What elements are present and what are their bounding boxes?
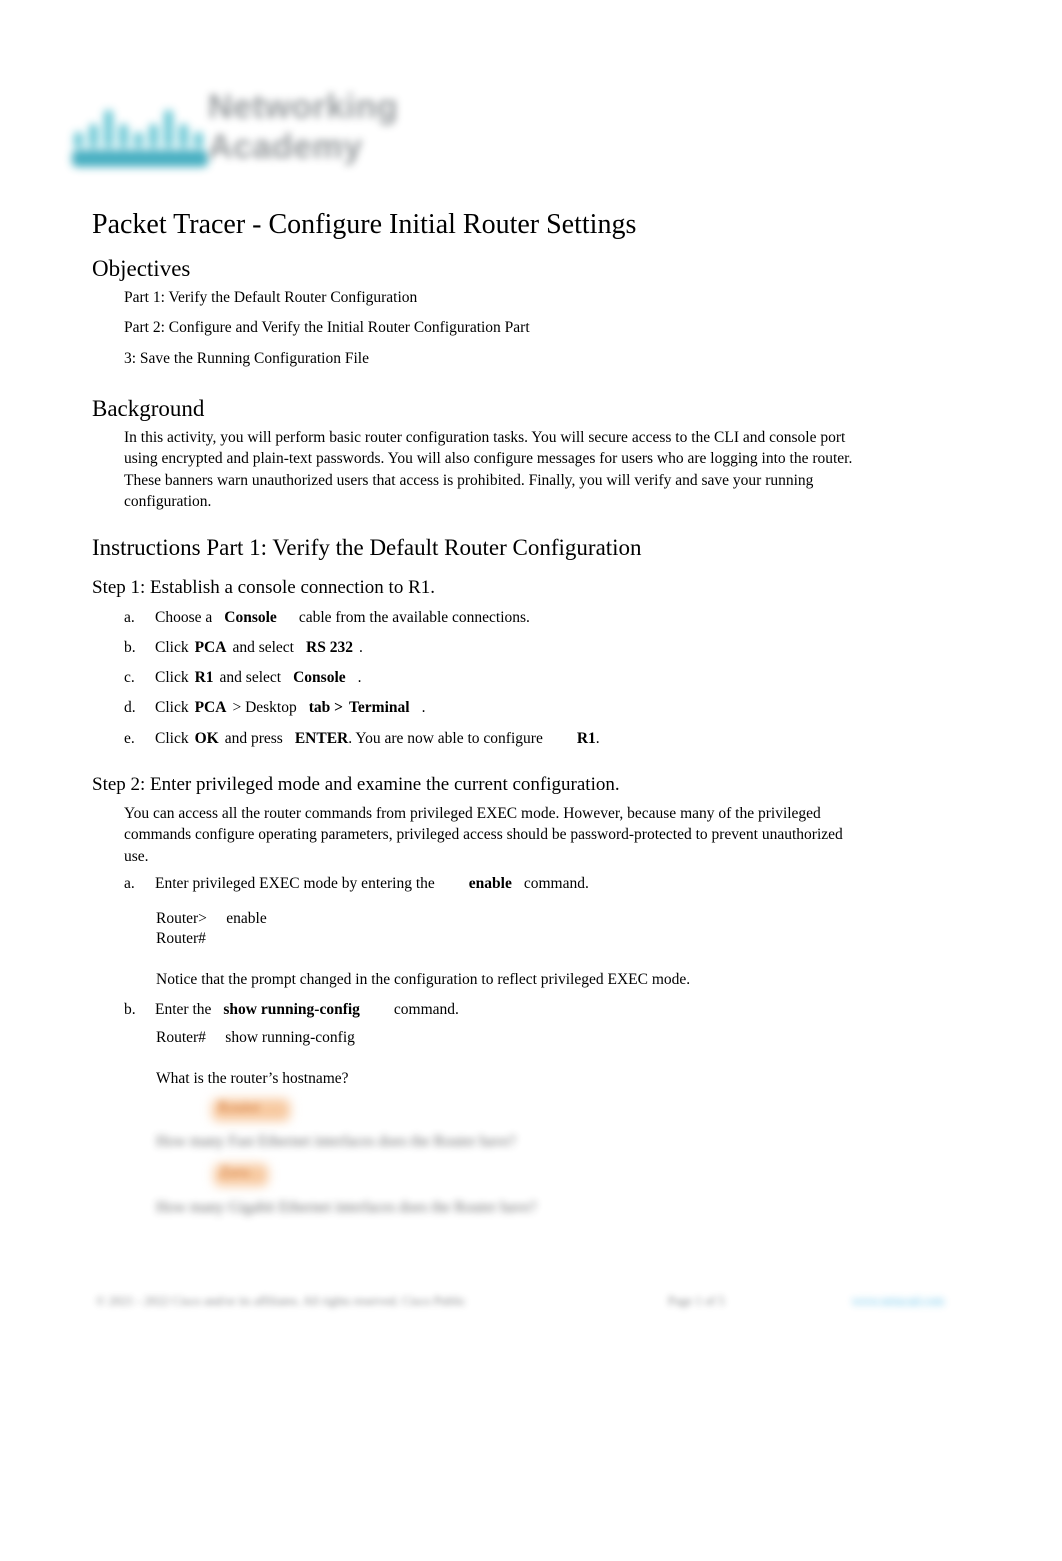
list-item-text-mid: and press bbox=[224, 730, 283, 747]
list-marker: b. bbox=[124, 639, 136, 656]
cli-output-block-2: Router# show running-config bbox=[156, 1029, 355, 1046]
document-page: Networking Academy Packet Tracer - Confi… bbox=[0, 0, 1062, 1561]
ui-term-rs232: RS 232 bbox=[306, 639, 353, 656]
question-fastethernet-count: How many Fast Ethernet interfaces does t… bbox=[156, 1133, 516, 1150]
cli-command-show-running-config: show running-config bbox=[223, 1001, 360, 1018]
heading-instructions-part1: Instructions Part 1: Verify the Default … bbox=[92, 535, 642, 560]
answer-fastethernet-count: Zero bbox=[220, 1164, 250, 1181]
ui-term-ok: OK bbox=[194, 730, 219, 747]
list-marker: b. bbox=[124, 1001, 136, 1018]
ui-term-enter: ENTER bbox=[294, 730, 349, 747]
list-item: a. Enter privileged EXEC mode by entering… bbox=[124, 874, 904, 894]
list-marker: a. bbox=[124, 609, 135, 626]
list-item-text-mid: and select bbox=[219, 669, 282, 686]
heading-step-2: Step 2: Enter privileged mode and examin… bbox=[92, 774, 620, 795]
heading-step-1: Step 1: Establish a console connection t… bbox=[92, 577, 436, 598]
footer-netacad-link[interactable]: www.netacad.com bbox=[852, 1294, 944, 1309]
heading-objectives: Objectives bbox=[92, 256, 191, 281]
objective-item-2: Part 2: Configure and Verify the Initial… bbox=[124, 319, 530, 336]
objective-item-1: Part 1: Verify the Default Router Config… bbox=[124, 289, 418, 306]
wordmark-line-networking: Networking bbox=[208, 88, 399, 126]
list-item-text-post: cable from the available connections. bbox=[298, 609, 530, 626]
list-item-text-pre: Click bbox=[155, 730, 189, 747]
cisco-networking-academy-logo: Networking Academy bbox=[68, 80, 488, 172]
cli-command-enable: enable bbox=[468, 875, 512, 892]
list-item-text-post: . You are now able to configure bbox=[348, 730, 543, 747]
list-item-text-pre: Click bbox=[155, 669, 189, 686]
ui-term-r1: R1 bbox=[194, 669, 214, 686]
ui-term-pca: PCA bbox=[194, 699, 227, 716]
ui-term-console: Console bbox=[224, 609, 277, 626]
list-item-text-mid: > Desktop bbox=[232, 699, 297, 716]
list-item-text-pre: Enter privileged EXEC mode by entering t… bbox=[155, 875, 435, 892]
list-item-text-pre: Click bbox=[155, 639, 189, 656]
list-item: d. Click PCA > Desktop tab > Terminal. bbox=[124, 698, 904, 718]
list-item: b. Click PCA and select RS 232. bbox=[124, 638, 904, 658]
list-item-text-post: . bbox=[357, 669, 362, 686]
step2-paragraph: You can access all the router commands f… bbox=[124, 805, 843, 865]
step2-note: Notice that the prompt changed in the co… bbox=[156, 971, 691, 988]
background-paragraph: In this activity, you will perform basic… bbox=[124, 429, 853, 511]
answer-hostname: Router bbox=[218, 1099, 261, 1116]
list-marker: e. bbox=[124, 730, 135, 747]
ui-term-pca: PCA bbox=[194, 639, 227, 656]
list-item-text-pre: Choose a bbox=[155, 609, 213, 626]
list-marker: a. bbox=[124, 875, 135, 892]
list-marker: d. bbox=[124, 699, 136, 716]
footer-page-number: Page 1 of 5 bbox=[668, 1294, 725, 1308]
list-item: c. Click R1 and select Console. bbox=[124, 668, 904, 688]
list-marker: c. bbox=[124, 669, 135, 686]
footer-copyright: © 2021 - 2022 Cisco and/or its affiliate… bbox=[96, 1294, 466, 1308]
list-item-text-post: . bbox=[421, 699, 426, 716]
list-item-text-pre: Click bbox=[155, 699, 189, 716]
list-item: b. Enter the show running-config command. bbox=[124, 1000, 904, 1020]
ui-term-terminal: Terminal bbox=[348, 699, 410, 716]
list-item: e. Click OK and press ENTER. You are now abl… bbox=[124, 729, 904, 749]
list-item-text-mid: and select bbox=[232, 639, 294, 656]
list-item-text-post: . bbox=[358, 639, 363, 656]
objective-item-3: 3: Save the Running Configuration File bbox=[124, 350, 369, 367]
ui-term-tab: tab > bbox=[308, 699, 343, 716]
wordmark-line-academy: Academy bbox=[208, 128, 363, 166]
cisco-bridge-icon bbox=[68, 88, 216, 168]
list-item-text-pre: Enter the bbox=[155, 1001, 212, 1018]
ui-term-r1: R1 bbox=[576, 730, 596, 747]
heading-background: Background bbox=[92, 396, 205, 421]
ui-term-console: Console bbox=[293, 669, 346, 686]
list-item-text-post: command. bbox=[523, 875, 589, 892]
list-item-text-post: command. bbox=[393, 1001, 459, 1018]
list-item: a. Choose a Console cable from the availabl… bbox=[124, 608, 904, 628]
question-gigabitethernet-count: How many Gigabit Ethernet interfaces doe… bbox=[156, 1199, 537, 1216]
netacad-wordmark: Networking Academy bbox=[208, 86, 498, 172]
page-title: Packet Tracer - Configure Initial Router… bbox=[92, 209, 637, 240]
cli-output-block-1: Router> enable Router# bbox=[156, 910, 267, 948]
list-item-text-tail: . bbox=[595, 730, 600, 747]
question-hostname: What is the router’s hostname? bbox=[156, 1070, 349, 1087]
